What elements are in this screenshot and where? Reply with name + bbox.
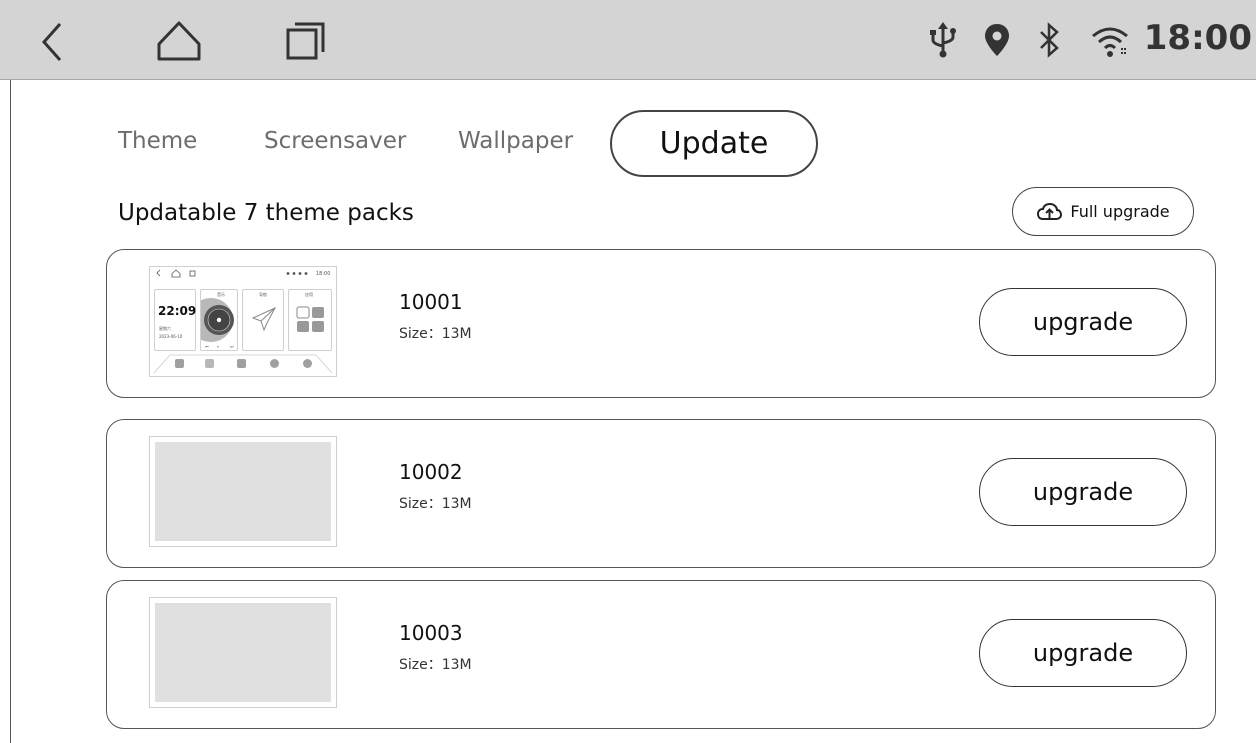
preview-clock: 22:09 [158, 304, 197, 318]
home-icon[interactable] [156, 20, 202, 62]
back-icon[interactable] [40, 22, 64, 62]
upgrade-button[interactable]: upgrade [979, 288, 1187, 356]
status-time: 18:00 [1143, 18, 1252, 58]
recents-icon[interactable] [285, 20, 327, 62]
preview-music-panel: 音乐 ⏮ ⏸ ⏭ [200, 289, 238, 351]
theme-preview-thumbnail [149, 436, 337, 547]
paper-plane-icon [251, 306, 277, 332]
disc-icon: ⏮ ⏸ ⏭ [201, 298, 234, 349]
preview-nav-panel: 导航 [242, 289, 284, 351]
app-grid-icon [296, 306, 324, 332]
dock-music-icon [270, 359, 279, 368]
tab-update[interactable]: Update [610, 110, 818, 177]
wifi-icon [1092, 27, 1128, 57]
pack-id: 10003 [399, 621, 463, 645]
upgrade-button[interactable]: upgrade [979, 619, 1187, 687]
tab-bar: Theme Screensaver Wallpaper Update [0, 110, 1256, 180]
usb-icon [930, 22, 956, 58]
preview-date: 2023-06-10 [159, 334, 183, 339]
pack-size: Size：13M [399, 657, 472, 673]
preview-status-bar [156, 269, 308, 278]
theme-pack-card: 18:00 22:09 星期六 2023-06-10 音乐 ⏮ ⏸ ⏭ 导航 应… [106, 249, 1216, 398]
pack-size: Size：13M [399, 326, 472, 342]
svg-text:⏭: ⏭ [230, 344, 234, 349]
pack-id: 10002 [399, 460, 463, 484]
theme-preview-thumbnail [149, 597, 337, 708]
cloud-upload-icon [1037, 202, 1063, 220]
tab-wallpaper[interactable]: Wallpaper [458, 128, 573, 154]
svg-text:⏸: ⏸ [217, 344, 219, 349]
dock-apps-icon [237, 359, 246, 368]
thumbnail-placeholder [155, 603, 331, 702]
dock-settings-icon [303, 359, 312, 368]
location-icon [985, 24, 1009, 56]
preview-time: 18:00 [316, 271, 331, 277]
pack-size: Size：13M [399, 496, 472, 512]
thumbnail-placeholder [155, 442, 331, 541]
preview-apps-panel: 应用 [288, 289, 332, 351]
status-bar: 18:00 [0, 0, 1256, 80]
svg-text:⏮: ⏮ [205, 344, 209, 349]
preview-apps-label: 应用 [305, 292, 313, 297]
section-title: Updatable 7 theme packs [118, 200, 414, 226]
tab-screensaver[interactable]: Screensaver [264, 128, 406, 154]
tab-theme[interactable]: Theme [118, 128, 197, 154]
full-upgrade-button[interactable]: Full upgrade [1012, 187, 1194, 236]
theme-pack-card: 10002 Size：13M upgrade [106, 419, 1216, 568]
preview-clock-panel: 22:09 星期六 2023-06-10 [154, 289, 196, 351]
preview-day: 星期六 [159, 326, 171, 331]
upgrade-button[interactable]: upgrade [979, 458, 1187, 526]
dock-folder-icon [175, 359, 184, 368]
pack-id: 10001 [399, 290, 463, 314]
theme-pack-card: 10003 Size：13M upgrade [106, 580, 1216, 729]
dock-phone-icon [205, 359, 214, 368]
theme-preview-thumbnail: 18:00 22:09 星期六 2023-06-10 音乐 ⏮ ⏸ ⏭ 导航 应… [149, 266, 337, 377]
bluetooth-icon [1040, 22, 1059, 58]
preview-nav-label: 导航 [259, 292, 267, 297]
theme-preview: 18:00 22:09 星期六 2023-06-10 音乐 ⏮ ⏸ ⏭ 导航 应… [150, 267, 336, 376]
full-upgrade-label: Full upgrade [1070, 202, 1170, 221]
